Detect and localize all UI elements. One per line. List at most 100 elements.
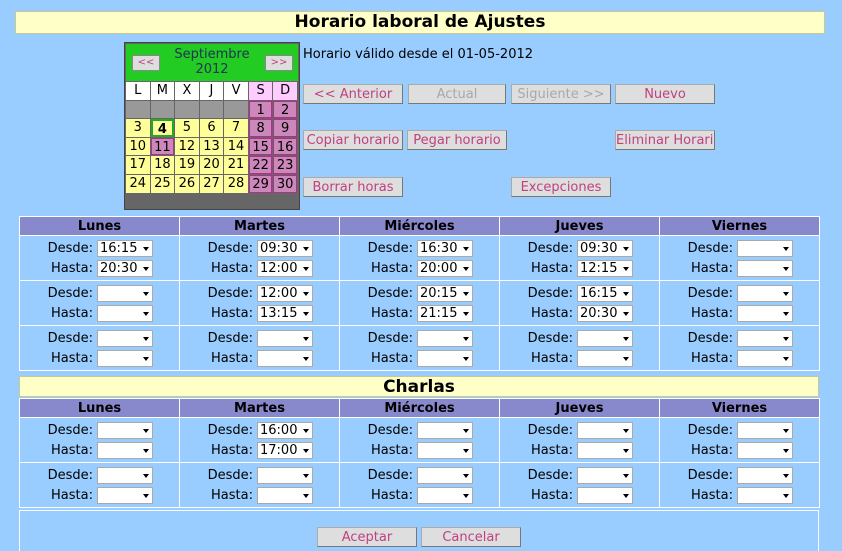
talks-desde-select[interactable] xyxy=(97,466,153,484)
talks-desde-select[interactable] xyxy=(417,466,473,484)
work-desde-select[interactable] xyxy=(577,329,633,347)
work-hasta-select[interactable]: 12:00 xyxy=(257,259,313,277)
copy-schedule-button[interactable]: Copiar horario xyxy=(303,130,403,150)
calendar-day[interactable]: 6 xyxy=(199,119,224,137)
accept-button[interactable]: Aceptar xyxy=(317,527,417,547)
work-desde-select[interactable]: 20:15 xyxy=(417,284,473,302)
calendar-day[interactable]: 12 xyxy=(175,137,199,156)
talks-desde-select[interactable] xyxy=(257,466,313,484)
work-hasta-select[interactable] xyxy=(577,349,633,367)
work-desde-select[interactable]: 09:30 xyxy=(257,239,313,257)
work-hasta-select[interactable] xyxy=(737,304,793,322)
work-desde-select[interactable]: 12:00 xyxy=(257,284,313,302)
calendar-day[interactable]: 17 xyxy=(126,156,150,174)
work-hasta-select[interactable] xyxy=(737,259,793,277)
calendar-day[interactable]: 11 xyxy=(150,137,175,156)
work-hasta-select[interactable] xyxy=(97,304,153,322)
talks-hasta-select[interactable] xyxy=(257,486,313,504)
chevron-down-icon xyxy=(623,311,629,316)
calendar-day[interactable]: 27 xyxy=(199,174,224,193)
calendar-day[interactable]: 8 xyxy=(248,119,273,137)
talks-hasta-select[interactable]: 17:00 xyxy=(257,441,313,459)
work-hasta-select[interactable] xyxy=(417,349,473,367)
talks-desde-select[interactable] xyxy=(737,421,793,439)
calendar-day[interactable]: 22 xyxy=(248,156,273,174)
calendar-day[interactable]: 30 xyxy=(273,174,297,193)
work-hasta-select[interactable] xyxy=(97,349,153,367)
calendar-day[interactable]: 23 xyxy=(273,156,297,174)
calendar-day[interactable]: 20 xyxy=(199,156,224,174)
calendar-next-button[interactable]: >> xyxy=(265,55,293,71)
talks-desde-select[interactable] xyxy=(417,421,473,439)
previous-button[interactable]: << Anterior xyxy=(303,84,403,104)
work-hasta-select[interactable]: 20:30 xyxy=(97,259,153,277)
hasta-label: Hasta: xyxy=(211,487,253,503)
talks-hasta-select[interactable] xyxy=(97,441,153,459)
work-hasta-select[interactable]: 21:15 xyxy=(417,304,473,322)
work-desde-select[interactable] xyxy=(97,329,153,347)
work-desde-select[interactable] xyxy=(737,284,793,302)
hasta-label: Hasta: xyxy=(371,487,413,503)
work-desde-select[interactable]: 16:30 xyxy=(417,239,473,257)
talks-hasta-select[interactable] xyxy=(737,441,793,459)
work-desde-select[interactable] xyxy=(737,329,793,347)
calendar-day[interactable]: 5 xyxy=(175,119,199,137)
calendar-day[interactable]: 29 xyxy=(248,174,273,193)
work-desde-select[interactable] xyxy=(257,329,313,347)
calendar-day[interactable]: 16 xyxy=(273,137,297,156)
exceptions-button[interactable]: Excepciones xyxy=(511,177,611,197)
talks-hasta-select[interactable] xyxy=(97,486,153,504)
calendar-day[interactable]: 24 xyxy=(126,174,150,193)
calendar-prev-button[interactable]: << xyxy=(132,55,160,71)
talks-hasta-select[interactable] xyxy=(577,441,633,459)
cancel-button[interactable]: Cancelar xyxy=(421,527,521,547)
calendar-day[interactable]: 13 xyxy=(199,137,224,156)
work-cell: Desde: Hasta: xyxy=(19,280,180,326)
next-button[interactable]: Siguiente >> xyxy=(511,84,611,104)
calendar-day[interactable]: 25 xyxy=(150,174,175,193)
work-desde-select[interactable] xyxy=(737,239,793,257)
new-button[interactable]: Nuevo xyxy=(615,84,715,104)
talks-hasta-select[interactable] xyxy=(417,441,473,459)
calendar-day[interactable]: 19 xyxy=(175,156,199,174)
work-desde-select[interactable] xyxy=(97,284,153,302)
paste-schedule-button[interactable]: Pegar horario xyxy=(407,130,507,150)
work-hasta-select[interactable]: 12:15 xyxy=(577,259,633,277)
clear-hours-button[interactable]: Borrar horas xyxy=(303,177,403,197)
work-desde-select[interactable]: 09:30 xyxy=(577,239,633,257)
chevron-down-icon xyxy=(783,291,789,296)
calendar-day[interactable]: 3 xyxy=(126,119,150,137)
work-hasta-select[interactable]: 20:30 xyxy=(577,304,633,322)
calendar-day[interactable]: 1 xyxy=(248,100,273,119)
calendar-day[interactable]: 2 xyxy=(273,100,297,119)
calendar-day[interactable]: 28 xyxy=(224,174,248,193)
talks-desde-select[interactable] xyxy=(737,466,793,484)
talks-desde-select[interactable]: 16:00 xyxy=(257,421,313,439)
calendar-day[interactable]: 18 xyxy=(150,156,175,174)
work-desde-select[interactable] xyxy=(417,329,473,347)
work-hasta-select[interactable] xyxy=(257,349,313,367)
work-hasta-select[interactable] xyxy=(737,349,793,367)
calendar-day[interactable]: 26 xyxy=(175,174,199,193)
work-hasta-select[interactable]: 20:00 xyxy=(417,259,473,277)
work-desde-select[interactable]: 16:15 xyxy=(577,284,633,302)
chevron-down-icon xyxy=(623,246,629,251)
current-button[interactable]: Actual xyxy=(408,84,506,104)
delete-schedule-button[interactable]: Eliminar Horario xyxy=(615,130,715,150)
calendar-day[interactable]: 21 xyxy=(224,156,248,174)
talks-hasta-select[interactable] xyxy=(577,486,633,504)
calendar-day-today[interactable]: 4 xyxy=(150,119,175,137)
calendar-day[interactable]: 7 xyxy=(224,119,248,137)
talks-hasta-slot: Hasta: xyxy=(660,485,819,505)
talks-desde-select[interactable] xyxy=(97,421,153,439)
calendar-day[interactable]: 9 xyxy=(273,119,297,137)
talks-hasta-select[interactable] xyxy=(737,486,793,504)
work-hasta-select[interactable]: 13:15 xyxy=(257,304,313,322)
calendar-day[interactable]: 15 xyxy=(248,137,273,156)
calendar-day[interactable]: 14 xyxy=(224,137,248,156)
talks-hasta-select[interactable] xyxy=(417,486,473,504)
talks-desde-select[interactable] xyxy=(577,466,633,484)
calendar-day[interactable]: 10 xyxy=(126,137,150,156)
work-desde-select[interactable]: 16:15 xyxy=(97,239,153,257)
talks-desde-select[interactable] xyxy=(577,421,633,439)
